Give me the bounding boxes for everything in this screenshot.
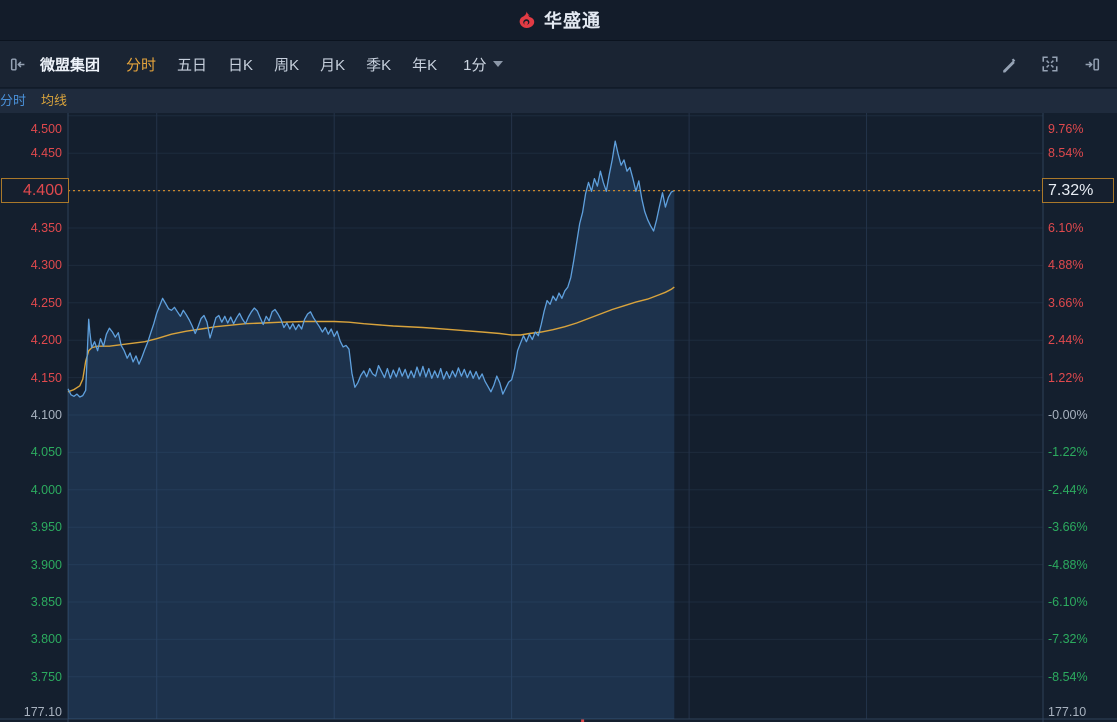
chart-subtab[interactable]: 分时	[0, 89, 26, 113]
chart-tab[interactable]: 月K	[320, 54, 345, 75]
chart-tab[interactable]: 五日	[177, 54, 207, 75]
chart-tab[interactable]: 年K	[412, 54, 437, 75]
toolbar-right-buttons	[997, 53, 1103, 75]
kline-period-dropdown[interactable]: 1分	[463, 54, 504, 75]
kline-period-label: 1分	[463, 56, 487, 74]
app-header: 华盛通	[0, 0, 1117, 41]
pencil-icon	[1002, 57, 1015, 72]
flame-logo-icon	[519, 10, 535, 28]
collapse-panel-right-button[interactable]	[1081, 53, 1103, 75]
period-tabs: 分时 五日 日K 周K 月K 季K 年K	[126, 54, 437, 75]
chart-tab[interactable]: 日K	[228, 54, 253, 75]
chart-subtab[interactable]: 均线	[41, 89, 67, 113]
chart-tab[interactable]: 分时	[126, 54, 156, 75]
panel-collapse-right-icon	[1085, 57, 1099, 71]
collapse-panel-left-button[interactable]	[6, 53, 28, 75]
chevron-down-icon	[493, 61, 504, 67]
app-title: 华盛通	[544, 11, 601, 31]
expand-icon	[1042, 56, 1058, 72]
fullscreen-button[interactable]	[1039, 53, 1061, 75]
chart-toolbar: 微盟集团 分时 五日 日K 周K 月K 季K 年K 1分	[0, 41, 1117, 88]
panel-collapse-left-icon	[10, 57, 24, 71]
stock-name[interactable]: 微盟集团	[40, 54, 100, 75]
chart-type-subtabs: 分时 均线	[0, 89, 1117, 113]
draw-tools-button[interactable]	[997, 53, 1019, 75]
chart-tab[interactable]: 周K	[274, 54, 299, 75]
chart-tab[interactable]: 季K	[366, 54, 391, 75]
